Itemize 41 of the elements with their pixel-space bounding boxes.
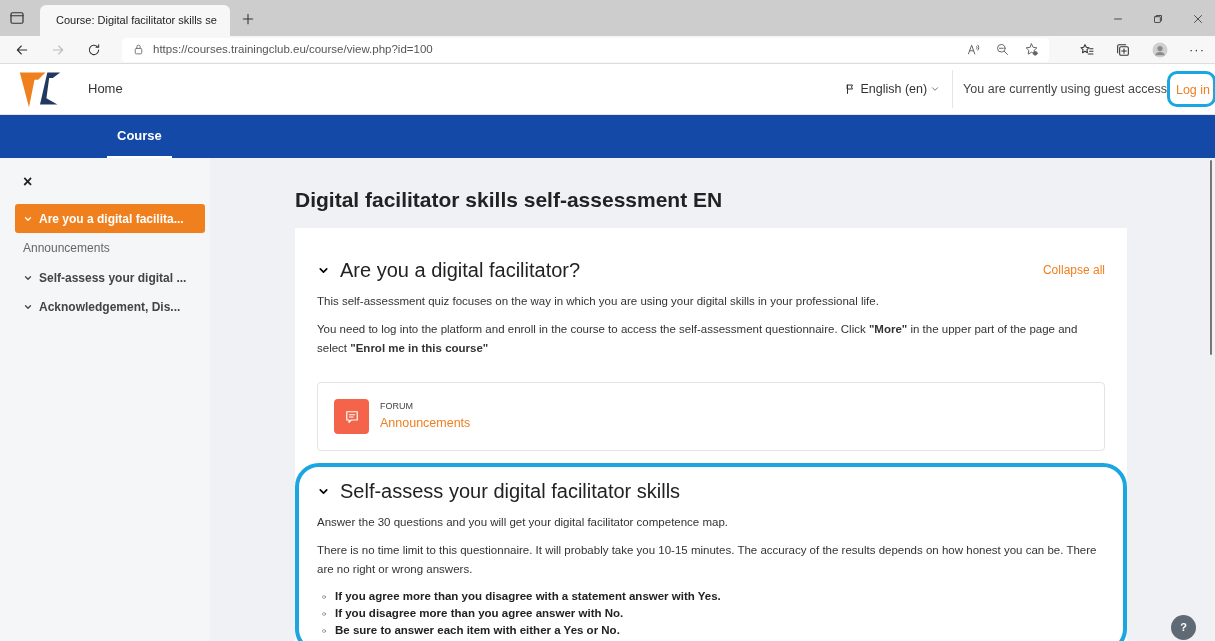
tab-title: Course: Digital facilitator skills se [56,13,217,29]
section-title: Self-assess your digital facilitator skills [340,479,681,504]
guest-notice: You are currently using guest access [963,80,1167,98]
course-index-link[interactable]: Announcements [15,233,205,263]
bullet-text: If you disagree more than you agree answer with No. [335,606,624,621]
more-menu-button[interactable]: ··· [1189,39,1205,60]
page-title: Digital facilitator skills self-assessment EN [295,187,724,213]
star-plus-icon[interactable] [1024,42,1039,57]
bullet-text: Be sure to answer each item with either a Yes or No. [335,623,620,638]
lock-icon [132,43,145,56]
section-text: Answer the 30 questions and you will get your digital facilitator competence map. [317,515,730,530]
activity-type: FORUM [380,400,414,414]
scrollbar-thumb[interactable] [1210,160,1212,355]
favorites-icon[interactable] [1079,41,1095,58]
plus-icon[interactable] [240,11,256,27]
restore-icon[interactable] [1151,12,1165,26]
course-index-item[interactable]: Acknowledgement, Dis... [15,292,205,321]
close-icon[interactable] [1191,12,1205,26]
address-bar[interactable]: https://courses.trainingclub.eu/course/view.php?id=100 [122,37,1049,62]
read-aloud-icon[interactable] [966,42,981,57]
section-text: There is no time limit to this questionnaire. It will probably take you 10-15 minutes. The accuracy of the results depends on how honest you can be. There are no right or wrong answers. [317,543,1098,577]
url-text: https://courses.trainingclub.eu/course/view.php?id=100 [153,41,433,57]
bullet-icon [321,593,327,600]
home-link[interactable]: Home [88,79,123,99]
bullet-icon [321,610,327,617]
bullet-icon [321,627,327,634]
avatar-icon[interactable] [1151,40,1169,59]
collections-icon[interactable] [1115,41,1131,58]
language-menu[interactable]: English (en) [845,70,954,108]
section-text: This self-assessment quiz focuses on the way in which you are using your digital skills in your professional life. [317,294,880,309]
browser-tab[interactable]: Course: Digital facilitator skills se [40,5,230,36]
sidebar-panel-icon[interactable] [8,9,26,27]
section-title: Are you a digital facilitator? [340,258,581,283]
refresh-icon[interactable] [86,41,102,58]
section-text: You need to log into the platform and enroll in the course to access the self-assessment questionnaire. Click "More" in the upper part of the page and select "Enrol me in this course" [317,322,1079,356]
close-button[interactable]: × [23,174,33,190]
caret-icon [930,84,941,94]
bullet-text: If you agree more than you disagree with a statement answer with Yes. [335,589,721,604]
course-index-item[interactable]: Self-assess your digital ... [15,263,205,292]
zoom-out-icon[interactable] [995,42,1010,57]
highlight-outline [1166,71,1215,107]
